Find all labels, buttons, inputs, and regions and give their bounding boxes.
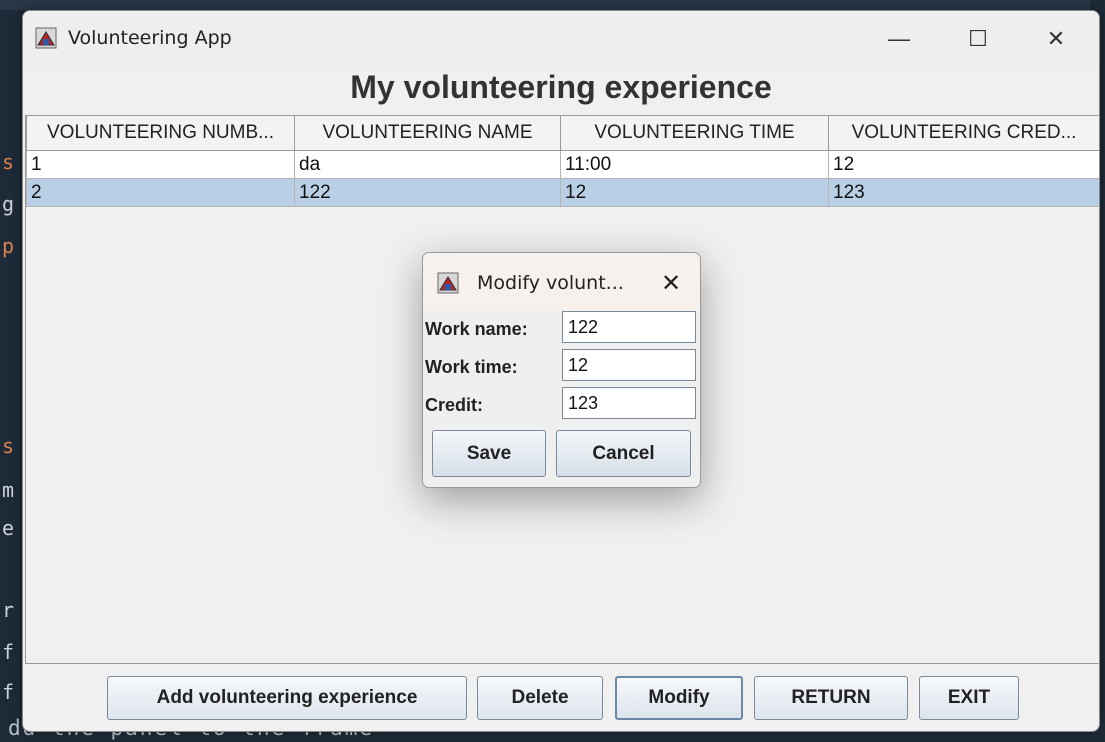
column-header-name[interactable]: VOLUNTEERING NAME: [294, 115, 561, 151]
credit-label: Credit:: [425, 395, 483, 415]
add-experience-button[interactable]: Add volunteering experience: [107, 676, 467, 720]
java-app-icon: [35, 27, 57, 49]
java-app-icon: [437, 272, 459, 294]
dialog-title: Modify volunt...: [477, 272, 624, 294]
exit-button[interactable]: EXIT: [919, 676, 1019, 720]
title-bar[interactable]: Volunteering App — ☐ ✕: [23, 11, 1099, 69]
table-cell[interactable]: 11:00: [560, 150, 829, 179]
table-cell[interactable]: 2: [26, 178, 295, 207]
window-title: Volunteering App: [68, 27, 232, 49]
work-time-label: Work time:: [425, 357, 518, 377]
column-header-credit[interactable]: VOLUNTEERING CRED...: [828, 115, 1099, 151]
work-time-input[interactable]: [562, 349, 696, 381]
maximize-button[interactable]: ☐: [955, 19, 1001, 59]
table-header-row: VOLUNTEERING NUMB... VOLUNTEERING NAME V…: [26, 115, 1099, 151]
modify-button[interactable]: Modify: [615, 676, 743, 720]
delete-button[interactable]: Delete: [477, 676, 603, 720]
work-name-label: Work name:: [425, 319, 528, 339]
minimize-button[interactable]: —: [876, 19, 922, 59]
table-cell[interactable]: 1: [26, 150, 295, 179]
cancel-button[interactable]: Cancel: [556, 430, 691, 477]
experience-table: VOLUNTEERING NUMB... VOLUNTEERING NAME V…: [26, 115, 1099, 207]
credit-input[interactable]: [562, 387, 696, 419]
table-row-selected[interactable]: 2 122 12 123: [26, 178, 1099, 207]
dialog-close-button[interactable]: ✕: [661, 269, 681, 298]
save-button[interactable]: Save: [432, 430, 546, 477]
table-cell[interactable]: 12: [828, 150, 1099, 179]
page-title: My volunteering experience: [350, 69, 772, 105]
return-button[interactable]: RETURN: [754, 676, 908, 720]
table-row[interactable]: 1 da 11:00 12: [26, 150, 1099, 179]
column-header-number[interactable]: VOLUNTEERING NUMB...: [26, 115, 295, 151]
column-header-time[interactable]: VOLUNTEERING TIME: [560, 115, 829, 151]
work-name-input[interactable]: [562, 311, 696, 343]
table-cell[interactable]: 12: [560, 178, 829, 207]
background-editor-strip: [0, 0, 1090, 10]
table-cell[interactable]: 122: [294, 178, 561, 207]
table-cell[interactable]: da: [294, 150, 561, 179]
table-cell[interactable]: 123: [828, 178, 1099, 207]
close-window-button[interactable]: ✕: [1033, 19, 1079, 59]
modify-dialog: Modify volunt... ✕ Work name: Work time:…: [422, 252, 701, 488]
